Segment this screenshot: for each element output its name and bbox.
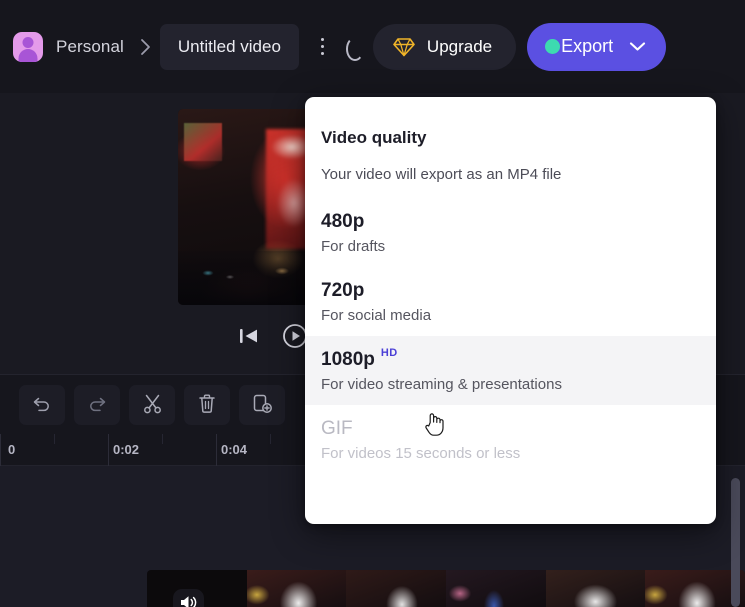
quality-option-description: For videos 15 seconds or less (321, 445, 521, 462)
quality-option-gif: GIF For videos 15 seconds or less (305, 405, 716, 474)
panel-subheading: Your video will export as an MP4 file (321, 166, 562, 183)
avatar-head-shape (22, 36, 34, 48)
clip-thumbnail (446, 570, 546, 607)
quality-option-480p[interactable]: 480p For drafts (305, 198, 716, 267)
video-preview-image (178, 109, 318, 305)
undo-icon (32, 393, 52, 416)
quality-option-title: 720p (321, 280, 700, 302)
clip-volume-button[interactable] (173, 589, 204, 607)
video-editor-window: Personal Untitled video Upgrade Export 0… (0, 0, 745, 607)
split-button[interactable] (129, 384, 175, 425)
more-options-button[interactable] (310, 29, 336, 65)
workspace-name-label: Personal (56, 36, 124, 56)
quality-option-title-text: 720p (321, 280, 365, 301)
export-button[interactable]: Export (527, 22, 667, 71)
duplicate-button[interactable] (239, 384, 285, 425)
upgrade-label: Upgrade (426, 36, 493, 56)
quality-option-title: 480p (321, 211, 700, 233)
kebab-dot (321, 52, 325, 55)
scissors-icon (142, 393, 163, 417)
chevron-down-icon (629, 41, 646, 52)
partially-hidden-icon[interactable] (344, 29, 362, 65)
video-quality-dropdown: Video quality Your video will export as … (305, 97, 716, 524)
avatar (13, 31, 43, 62)
quality-option-description: For drafts (321, 238, 386, 255)
quality-option-title: 1080p HD (321, 347, 700, 371)
app-header: Personal Untitled video Upgrade Export (0, 0, 745, 93)
clip-thumbnail (545, 570, 646, 607)
export-label: Export (561, 36, 614, 56)
timeline-scrollbar[interactable] (731, 478, 740, 607)
quality-option-1080p[interactable]: 1080p HD For video streaming & presentat… (305, 336, 716, 405)
export-status-dot-icon (545, 39, 561, 54)
quality-option-title-text: 480p (321, 211, 365, 232)
undo-button[interactable] (19, 384, 65, 425)
quality-option-title-text: GIF (321, 418, 353, 439)
ruler-tick-major (216, 434, 217, 466)
diamond-icon (393, 37, 415, 57)
quality-option-description: For social media (321, 307, 432, 324)
quality-option-description: For video streaming & presentations (321, 376, 562, 393)
clip-thumbnail (346, 570, 447, 607)
ruler-tick-minor (162, 434, 163, 444)
skip-to-start-button[interactable] (238, 325, 260, 347)
project-title-field[interactable]: Untitled video (159, 23, 299, 70)
quality-option-title: GIF (321, 418, 700, 440)
ruler-tick-minor (54, 434, 55, 444)
quality-option-title-text: 1080p (321, 349, 375, 370)
trash-icon (197, 393, 217, 417)
ruler-label: 0 (8, 442, 16, 457)
avatar-body-shape (18, 48, 38, 62)
chevron-right-icon (140, 38, 151, 56)
hd-badge: HD (380, 347, 398, 359)
video-preview[interactable] (178, 109, 318, 305)
ruler-tick-minor (270, 434, 271, 444)
quality-option-720p[interactable]: 720p For social media (305, 267, 716, 336)
transport-controls (238, 323, 308, 349)
preview-screen-tile (184, 123, 222, 161)
video-clip[interactable] (147, 570, 745, 607)
clip-thumbnail (246, 570, 347, 607)
ruler-label: 0:04 (221, 442, 248, 457)
ruler-label: 0:02 (113, 442, 140, 457)
kebab-dot (321, 45, 325, 48)
delete-button[interactable] (184, 384, 230, 425)
redo-icon (87, 393, 107, 416)
redo-button[interactable] (74, 384, 120, 425)
workspace-breadcrumb[interactable]: Personal (13, 31, 124, 62)
preview-crowd-area (178, 251, 318, 305)
upgrade-button[interactable]: Upgrade (372, 23, 517, 70)
speaker-icon (179, 594, 198, 607)
ruler-tick-major (0, 434, 1, 466)
panel-heading: Video quality (321, 128, 427, 147)
kebab-dot (321, 38, 325, 41)
ruler-tick-major (108, 434, 109, 466)
project-title-label: Untitled video (177, 36, 281, 56)
duplicate-icon (252, 393, 273, 417)
